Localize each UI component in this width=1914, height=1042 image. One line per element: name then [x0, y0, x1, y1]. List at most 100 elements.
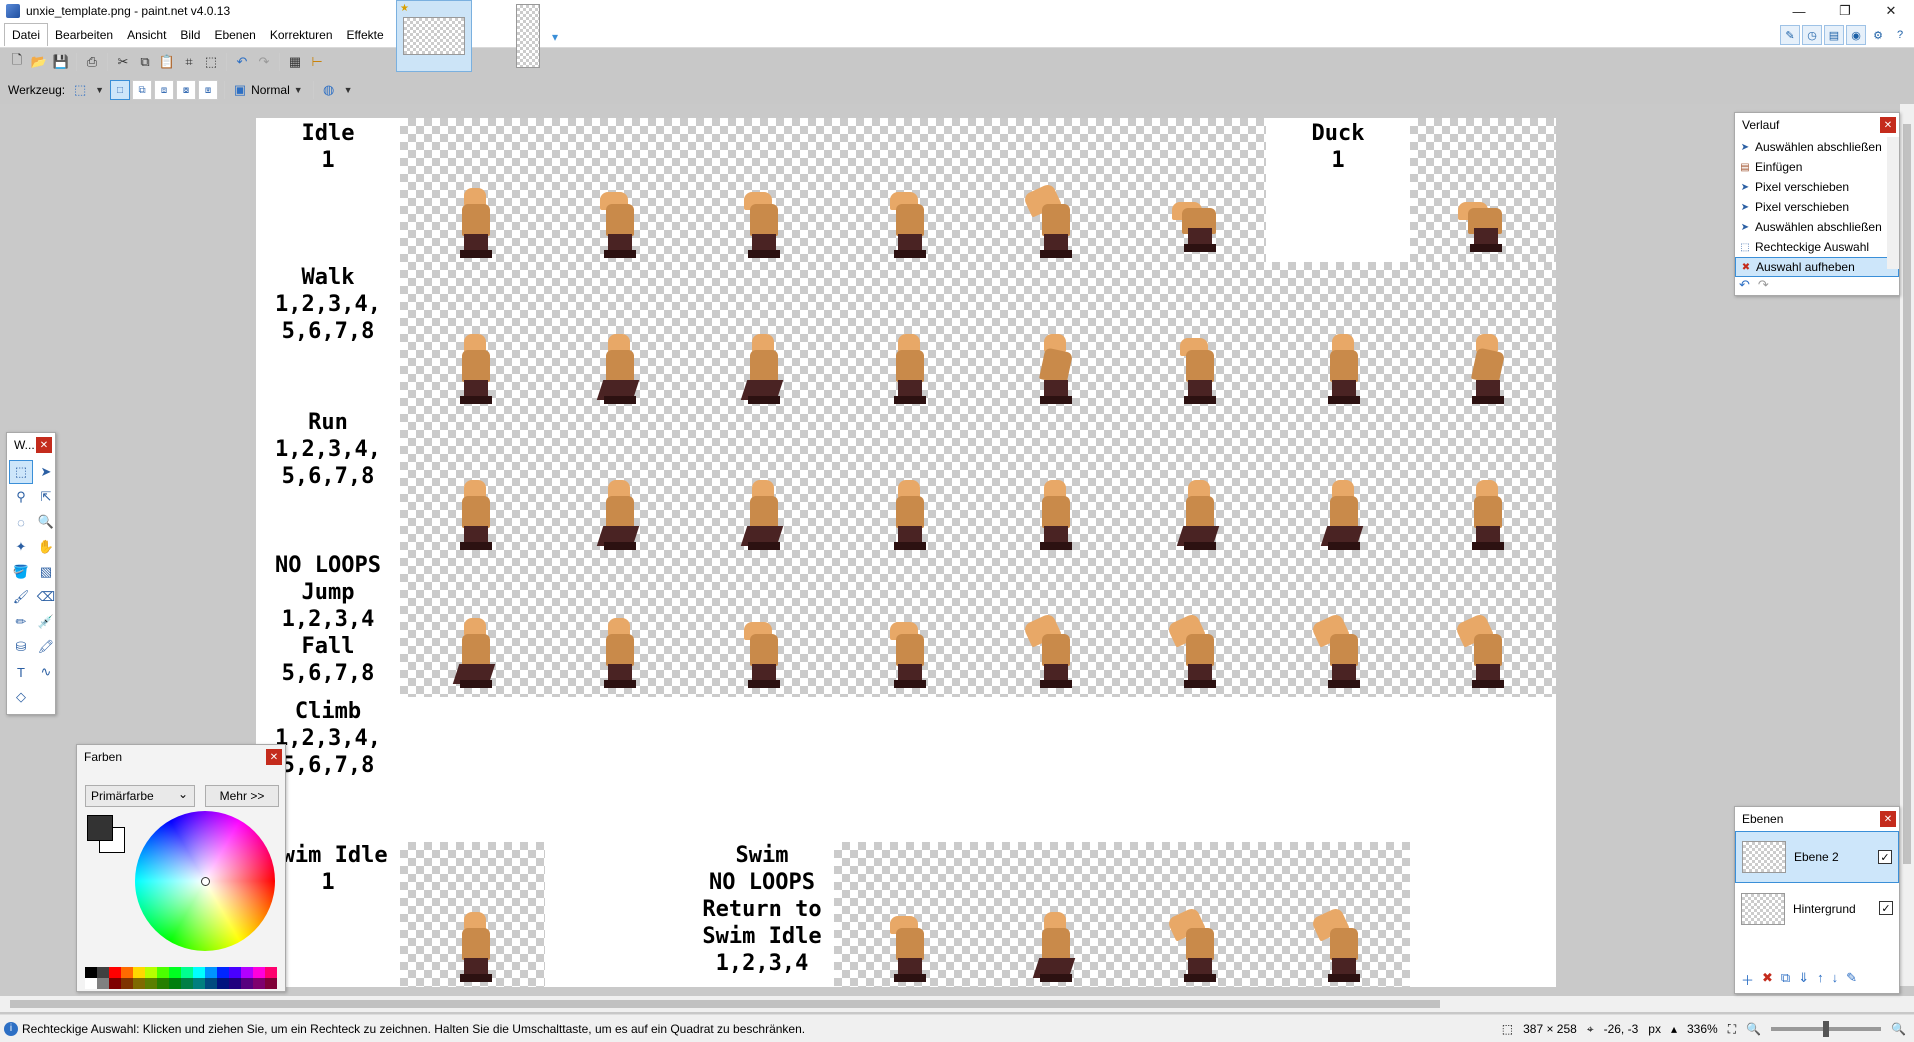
selection-union-icon[interactable]: ⧉ [132, 80, 153, 100]
close-button[interactable]: ✕ [1868, 0, 1914, 22]
history-window-icon[interactable]: ◷ [1802, 25, 1822, 45]
crop-icon[interactable]: ⌗ [178, 51, 200, 73]
shapes-tool[interactable]: ◇ [9, 685, 33, 709]
history-item-selected[interactable]: ✖ Auswahl aufheben [1735, 257, 1899, 277]
tabs-dropdown-icon[interactable]: ▾ [552, 30, 558, 44]
history-undo-icon[interactable]: ↶ [1739, 277, 1750, 293]
vertical-scroll-thumb[interactable] [1903, 124, 1911, 864]
menu-ebenen[interactable]: Ebenen [207, 24, 262, 46]
clone-stamp-tool[interactable]: ⛁ [9, 635, 33, 659]
add-layer-icon[interactable]: ＋ [1741, 970, 1754, 989]
paste-icon[interactable]: 📋 [156, 51, 178, 73]
history-panel-header[interactable]: Verlauf ✕ [1735, 113, 1899, 137]
layer-row[interactable]: Hintergrund ✓ [1735, 883, 1899, 935]
undo-icon[interactable]: ↶ [231, 51, 253, 73]
selection-intersect-icon[interactable]: ⧇ [176, 80, 197, 100]
pencil-tool[interactable]: ✏ [9, 610, 33, 634]
selection-exclude-icon[interactable]: ⧈ [154, 80, 175, 100]
rect-select-tool-icon[interactable]: ⬚ [69, 79, 91, 101]
antialias-dropdown-icon[interactable]: ▼ [344, 85, 353, 95]
close-icon[interactable]: ✕ [266, 749, 282, 765]
maximize-button[interactable]: ❐ [1822, 0, 1868, 22]
zoom-in-icon[interactable]: 🔍 [1891, 1022, 1906, 1036]
minimize-button[interactable]: — [1776, 0, 1822, 22]
line-curve-tool[interactable]: ∿ [34, 660, 58, 684]
print-icon[interactable]: ⎙ [81, 51, 103, 73]
deselect-icon[interactable]: ⬚ [200, 51, 222, 73]
antialias-icon[interactable]: ◍ [318, 79, 340, 101]
history-redo-icon[interactable]: ↷ [1758, 277, 1769, 293]
open-icon[interactable]: 📂 [28, 51, 50, 73]
gradient-tool[interactable]: ▧ [34, 560, 58, 584]
eraser-tool[interactable]: ⌫ [34, 585, 58, 609]
blend-dropdown-icon[interactable]: ▼ [294, 85, 303, 95]
zoom-slider[interactable] [1771, 1021, 1882, 1037]
close-icon[interactable]: ✕ [1880, 117, 1896, 133]
canvas-image[interactable]: Idle 1 Duck 1 Walk 1,2,3,4, 5,6,7,8 Run … [256, 118, 1556, 987]
history-item[interactable]: ➤ Pixel verschieben [1735, 197, 1899, 217]
move-layer-up-icon[interactable]: ↑ [1817, 970, 1824, 989]
move-selected-tool[interactable]: ⇱ [34, 485, 58, 509]
selection-invert-icon[interactable]: ⧆ [198, 80, 219, 100]
colors-window-icon[interactable]: ◉ [1846, 25, 1866, 45]
copy-icon[interactable]: ⧉ [134, 51, 156, 73]
menu-ansicht[interactable]: Ansicht [120, 24, 173, 46]
lasso-tool[interactable]: ⚲ [9, 485, 33, 509]
color-wheel[interactable] [135, 811, 275, 951]
color-wheel-cursor[interactable] [201, 877, 210, 886]
more-button[interactable]: Mehr >> [205, 785, 279, 807]
pan-tool[interactable]: ✋ [34, 535, 58, 559]
zoom-fit-icon[interactable]: ⛶ [1728, 1022, 1736, 1037]
zoom-out-icon[interactable]: 🔍 [1746, 1022, 1761, 1036]
redo-icon[interactable]: ↷ [253, 51, 275, 73]
text-tool[interactable]: T [9, 660, 33, 684]
layer-visibility-checkbox[interactable]: ✓ [1878, 850, 1892, 864]
colors-panel-header[interactable]: Farben ✕ [77, 745, 285, 769]
blend-mode-select[interactable]: Normal [251, 83, 290, 97]
paint-bucket-tool[interactable]: 🪣 [9, 560, 33, 584]
move-layer-down-icon[interactable]: ↓ [1832, 970, 1839, 989]
layer-row[interactable]: Ebene 2 ✓ [1735, 831, 1899, 883]
menu-effekte[interactable]: Effekte [340, 24, 391, 46]
paintbrush-tool[interactable]: 🖌 [9, 585, 33, 609]
units-select[interactable]: px [1648, 1022, 1661, 1036]
move-selection-tool[interactable]: ➤ [34, 460, 58, 484]
canvas-area[interactable]: Idle 1 Duck 1 Walk 1,2,3,4, 5,6,7,8 Run … [0, 104, 1914, 1002]
horizontal-scrollbar[interactable] [0, 996, 1914, 1012]
color-palette[interactable] [85, 967, 279, 989]
tools-window-icon[interactable]: ✎ [1780, 25, 1800, 45]
help-icon[interactable]: ? [1890, 25, 1910, 45]
rect-select-tool[interactable]: ⬚ [9, 460, 33, 484]
primary-color-swatch[interactable] [87, 815, 113, 841]
zoom-level[interactable]: 336% [1687, 1022, 1718, 1036]
history-item[interactable]: ➤ Auswählen abschließen [1735, 137, 1899, 157]
menu-bild[interactable]: Bild [173, 24, 207, 46]
close-icon[interactable]: ✕ [36, 437, 52, 453]
delete-layer-icon[interactable]: ✖ [1762, 970, 1773, 989]
layer-properties-icon[interactable]: ✎ [1846, 970, 1857, 989]
tools-panel-header[interactable]: W... ✕ [7, 433, 55, 457]
settings-icon[interactable]: ⚙ [1868, 25, 1888, 45]
save-icon[interactable]: 💾 [50, 51, 72, 73]
horizontal-scroll-thumb[interactable] [10, 1000, 1440, 1008]
image-tab-unxie[interactable]: ★ [396, 0, 472, 72]
layer-visibility-checkbox[interactable]: ✓ [1879, 901, 1893, 915]
menu-bearbeiten[interactable]: Bearbeiten [48, 24, 120, 46]
duplicate-layer-icon[interactable]: ⧉ [1781, 970, 1790, 989]
close-icon[interactable]: ✕ [1880, 811, 1896, 827]
merge-layer-icon[interactable]: ⇓ [1798, 970, 1809, 989]
new-icon[interactable]: 🗋 [6, 51, 28, 73]
history-item[interactable]: ➤ Auswählen abschließen [1735, 217, 1899, 237]
zoom-tool[interactable]: 🔍 [34, 510, 58, 534]
selection-replace-icon[interactable]: □ [110, 80, 131, 100]
history-scrollbar[interactable] [1887, 137, 1899, 269]
zoom-dropdown-icon[interactable]: ▴ [1671, 1022, 1677, 1036]
history-item[interactable]: ⬚ Rechteckige Auswahl [1735, 237, 1899, 257]
vertical-scrollbar[interactable] [1900, 104, 1914, 986]
layers-window-icon[interactable]: ▤ [1824, 25, 1844, 45]
ruler-icon[interactable]: ⊢ [306, 51, 328, 73]
history-item[interactable]: ▤ Einfügen [1735, 157, 1899, 177]
layers-panel-header[interactable]: Ebenen ✕ [1735, 807, 1899, 831]
color-target-select[interactable]: Primärfarbe [85, 785, 195, 807]
tool-dropdown-icon[interactable]: ▼ [95, 85, 104, 95]
